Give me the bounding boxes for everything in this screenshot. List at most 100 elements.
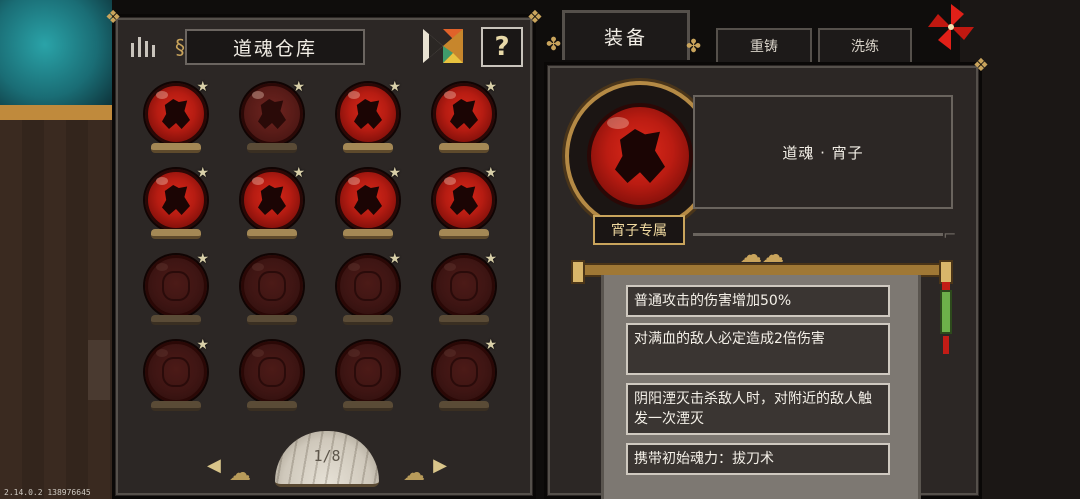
exclusive-tag: 宵子专属	[593, 215, 685, 245]
soul-emblem-icon	[354, 99, 382, 129]
orb-stand	[151, 401, 201, 411]
soul-slot[interactable]: ★	[137, 251, 209, 331]
star-icon: ★	[484, 79, 497, 95]
effect-item: 阴阳湮灭击杀敌人时，对附近的敌人触发一次湮灭	[626, 383, 890, 435]
tangram-icon[interactable]	[423, 29, 463, 63]
star-icon: ★	[388, 79, 401, 95]
knot-ornament-icon: ✤	[686, 36, 702, 57]
help-button[interactable]: ?	[481, 27, 523, 67]
divider	[693, 233, 943, 236]
orb-stand	[343, 315, 393, 325]
soul-name: 道魂 · 宵子	[782, 143, 864, 162]
effect-item: 对满血的敌人必定造成2倍伤害	[626, 323, 890, 375]
orb-stand	[151, 315, 201, 325]
soul-slot[interactable]: ★	[425, 79, 497, 159]
soul-emblem-icon	[450, 357, 478, 387]
star-icon: ★	[388, 165, 401, 181]
orb-stand	[343, 401, 393, 411]
storage-title-tab: § 道魂仓库	[175, 29, 365, 65]
soul-slot[interactable]: ★	[137, 79, 209, 159]
orb-stand	[247, 401, 297, 411]
orb-stand	[439, 229, 489, 239]
soul-orb	[241, 255, 303, 317]
orb-stand	[439, 143, 489, 153]
soul-emblem-icon	[162, 271, 190, 301]
orb-stand	[343, 229, 393, 239]
page-title: 道魂仓库	[232, 37, 317, 60]
star-icon: ★	[196, 79, 209, 95]
lantern-icon	[940, 290, 952, 334]
soul-slot[interactable]: ★	[425, 251, 497, 331]
orb-stand	[151, 143, 201, 153]
soul-slot[interactable]	[233, 251, 305, 331]
page-number: 1/8	[313, 447, 341, 465]
effect-item: 普通攻击的伤害增加50%	[626, 285, 890, 317]
star-icon: ★	[292, 79, 305, 95]
soul-slot[interactable]: ★	[233, 79, 305, 159]
soul-emblem-icon	[450, 185, 478, 215]
exclusive-tag-label: 宵子专属	[611, 223, 667, 239]
pinwheel-close-icon[interactable]	[926, 2, 976, 52]
soul-emblem-icon	[162, 185, 190, 215]
soul-slot[interactable]: ★	[425, 165, 497, 245]
lantern-icon	[942, 282, 950, 290]
star-icon: ★	[484, 251, 497, 267]
soul-slot[interactable]: ★	[329, 165, 401, 245]
equipped-soul-orb[interactable]	[587, 103, 693, 209]
soul-emblem-icon	[450, 99, 478, 129]
version-label: 2.14.0.2 138976645	[4, 488, 91, 497]
star-icon: ★	[484, 165, 497, 181]
soul-orb	[241, 341, 303, 403]
tab-reforge[interactable]: 重铸	[716, 28, 812, 62]
tab-refine-label: 洗练	[851, 39, 879, 55]
soul-detail-panel: ❖ 宵子专属 道魂 · 宵子 ⌐ ☁☁ 普通攻击的伤害增加50% 对满血的敌人必…	[544, 57, 989, 499]
tab-reforge-label: 重铸	[750, 39, 778, 55]
effect-item: 携带初始魂力：拔刀术	[626, 443, 890, 475]
orb-stand	[247, 143, 297, 153]
soul-emblem-icon	[258, 271, 286, 301]
soul-emblem-icon	[354, 271, 382, 301]
background-decoration	[88, 340, 110, 400]
soul-slot[interactable]: ★	[329, 79, 401, 159]
soul-emblem-icon	[258, 185, 286, 215]
soul-slot[interactable]: ★	[425, 337, 497, 417]
background-pool-rim	[0, 105, 112, 121]
corner-ornament-icon: ❖	[526, 7, 543, 28]
orb-stand	[343, 143, 393, 153]
soul-name-box: 道魂 · 宵子	[693, 95, 953, 209]
cloud-ornament-icon: ☁	[229, 461, 251, 486]
soul-emblem-icon	[354, 185, 382, 215]
background-floor	[0, 120, 112, 499]
soul-slot[interactable]: ★	[137, 165, 209, 245]
tab-equip[interactable]: 装备	[562, 10, 690, 60]
star-icon: ★	[292, 165, 305, 181]
soul-slot[interactable]	[233, 337, 305, 417]
soul-emblem-icon	[258, 99, 286, 129]
cloud-ornament-icon: ☁	[403, 461, 425, 486]
tab-refine[interactable]: 洗练	[818, 28, 912, 62]
corner-ornament-icon: ❖	[972, 55, 989, 76]
soul-emblem-icon	[354, 357, 382, 387]
sort-filter-icon[interactable]	[129, 35, 159, 57]
knot-ornament-icon: ✤	[546, 34, 562, 55]
scroll-ornament-icon: §	[175, 35, 185, 59]
soul-slot[interactable]	[329, 337, 401, 417]
orb-stand	[151, 229, 201, 239]
soul-emblem-icon	[162, 357, 190, 387]
star-icon: ★	[388, 251, 401, 267]
background-pool	[0, 0, 112, 118]
fan-page-indicator: 1/8	[275, 431, 379, 487]
soul-slot[interactable]: ★	[329, 251, 401, 331]
next-page-button[interactable]: ▶	[433, 455, 447, 476]
orb-stand	[439, 315, 489, 325]
effects-list[interactable]: 普通攻击的伤害增加50% 对满血的敌人必定造成2倍伤害 阴阳湮灭击杀敌人时，对附…	[601, 275, 921, 499]
hook-ornament-icon: ⌐	[943, 225, 957, 244]
lantern-tassel-icon	[943, 336, 949, 354]
soul-orb	[337, 341, 399, 403]
soul-slot[interactable]: ★	[233, 165, 305, 245]
soul-slot[interactable]: ★	[137, 337, 209, 417]
orb-stand	[247, 229, 297, 239]
tab-equip-label: 装备	[603, 27, 648, 49]
prev-page-button[interactable]: ◀	[207, 455, 221, 476]
cloud-ornament-icon: ☁☁	[740, 243, 784, 268]
